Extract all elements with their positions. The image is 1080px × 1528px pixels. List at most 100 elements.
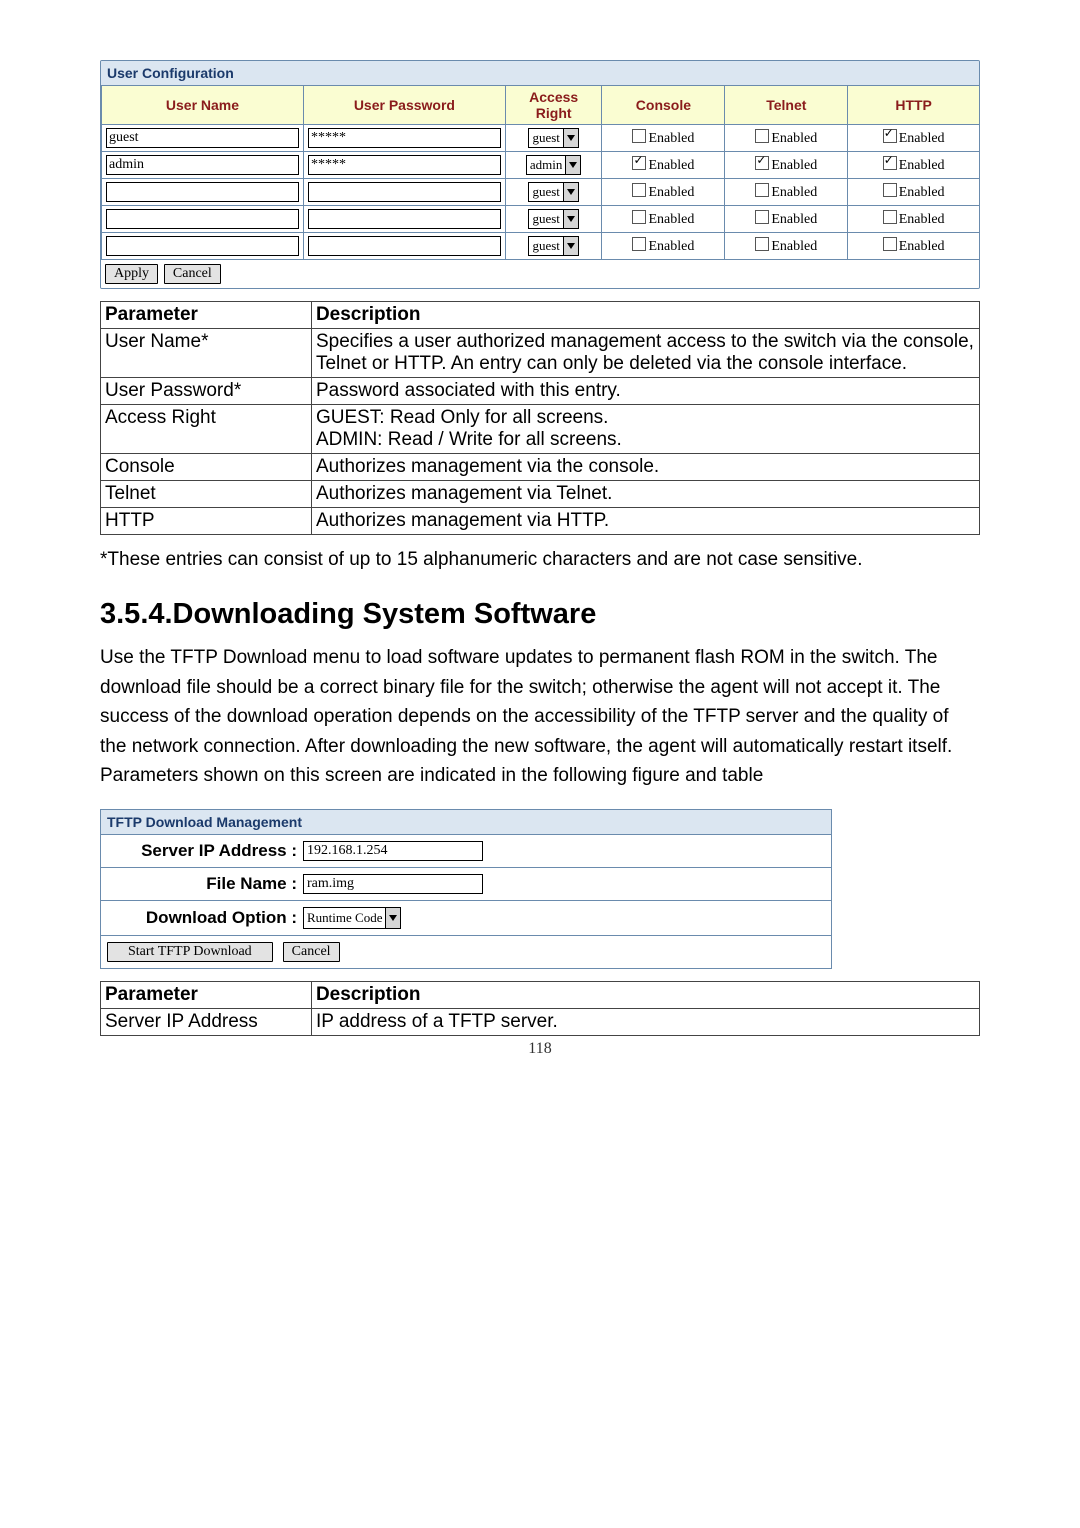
cell-access-right: guest [505,179,602,206]
pd1-hdr-desc: Description [311,302,979,329]
telnet-checkbox[interactable] [755,237,769,251]
http-checkbox[interactable] [883,183,897,197]
desc-cell: Authorizes management via Telnet. [311,481,979,508]
console-checkbox[interactable] [632,156,646,170]
user-password-field[interactable] [308,236,501,256]
download-option-select[interactable]: Runtime Code [303,907,401,929]
chevron-down-icon [563,210,578,228]
param-cell: Access Right [101,405,312,454]
apply-button[interactable]: Apply [105,264,158,284]
user-name-field[interactable] [106,182,299,202]
hdr-http: HTTP [848,86,980,125]
http-checkbox-label: Enabled [899,158,945,173]
telnet-checkbox-label: Enabled [771,158,817,173]
user-config-row: admin Enabled Enabled Enabled [102,152,980,179]
console-checkbox-label: Enabled [648,212,694,227]
telnet-checkbox[interactable] [755,156,769,170]
access-right-select[interactable]: admin [526,155,582,175]
console-checkbox[interactable] [632,183,646,197]
cell-user-name [102,152,304,179]
tftp-cancel-button[interactable]: Cancel [283,942,340,962]
table-row: User Password*Password associated with t… [101,378,980,405]
cell-user-name [102,125,304,152]
user-configuration-title: User Configuration [101,61,979,85]
label-file-name: File Name : [107,874,297,894]
user-password-field[interactable] [308,155,501,175]
user-name-field[interactable] [106,209,299,229]
telnet-checkbox-label: Enabled [771,185,817,200]
access-right-select[interactable]: guest [528,209,578,229]
telnet-checkbox-label: Enabled [771,239,817,254]
cell-access-right: guest [505,206,602,233]
user-name-field[interactable] [106,155,299,175]
http-checkbox[interactable] [883,129,897,143]
table-row: TelnetAuthorizes management via Telnet. [101,481,980,508]
table-row: Server IP AddressIP address of a TFTP se… [101,1008,980,1035]
cell-console: Enabled [602,179,725,206]
tftp-download-panel: TFTP Download Management Server IP Addre… [100,809,832,969]
cell-user-password [303,179,505,206]
user-config-row: guestEnabledEnabledEnabled [102,125,980,152]
access-right-select[interactable]: guest [528,128,578,148]
console-checkbox[interactable] [632,129,646,143]
user-password-field[interactable] [308,209,501,229]
chevron-down-icon [563,237,578,255]
cell-telnet: Enabled [725,233,848,260]
console-checkbox[interactable] [632,210,646,224]
param-cell: Console [101,454,312,481]
cancel-button[interactable]: Cancel [164,264,221,284]
label-server-ip: Server IP Address : [107,841,297,861]
access-right-select[interactable]: guest [528,182,578,202]
telnet-checkbox-label: Enabled [771,131,817,146]
user-password-field[interactable] [308,128,501,148]
http-checkbox-label: Enabled [899,212,945,227]
cell-telnet: Enabled [725,152,848,179]
desc-cell: Specifies a user authorized management a… [311,329,979,378]
parameter-table-tftp: Parameter Description Server IP AddressI… [100,981,980,1036]
http-checkbox-label: Enabled [899,131,945,146]
cell-telnet: Enabled [725,125,848,152]
http-checkbox[interactable] [883,237,897,251]
table-row: Access RightGUEST: Read Only for all scr… [101,405,980,454]
server-ip-field[interactable] [303,841,483,861]
user-password-field[interactable] [308,182,501,202]
access-right-select[interactable]: guest [528,236,578,256]
footnote-asterisk: *These entries can consist of up to 15 a… [100,545,980,574]
user-configuration-panel: User Configuration User Name User Passwo… [100,60,980,289]
console-checkbox-label: Enabled [648,158,694,173]
cell-console: Enabled [602,152,725,179]
section-body: Use the TFTP Download menu to load softw… [100,643,980,790]
download-option-value: Runtime Code [304,910,385,926]
cell-user-name [102,233,304,260]
table-row: HTTPAuthorizes management via HTTP. [101,508,980,535]
access-right-value: guest [529,184,562,200]
http-checkbox[interactable] [883,156,897,170]
cell-user-password [303,233,505,260]
cell-http: Enabled [848,179,980,206]
pd2-hdr-desc: Description [311,981,979,1008]
console-checkbox[interactable] [632,237,646,251]
cell-http: Enabled [848,206,980,233]
param-cell: Telnet [101,481,312,508]
http-checkbox[interactable] [883,210,897,224]
desc-cell: GUEST: Read Only for all screens. ADMIN:… [311,405,979,454]
desc-cell: Authorizes management via the console. [311,454,979,481]
cell-user-password [303,152,505,179]
user-name-field[interactable] [106,236,299,256]
cell-telnet: Enabled [725,179,848,206]
telnet-checkbox[interactable] [755,183,769,197]
file-name-field[interactable] [303,874,483,894]
param-cell: User Password* [101,378,312,405]
user-name-field[interactable] [106,128,299,148]
table-row: ConsoleAuthorizes management via the con… [101,454,980,481]
telnet-checkbox[interactable] [755,129,769,143]
section-heading: 3.5.4.Downloading System Software [100,598,980,631]
telnet-checkbox[interactable] [755,210,769,224]
tftp-title: TFTP Download Management [101,810,831,835]
cell-user-password [303,206,505,233]
pd2-hdr-param: Parameter [101,981,312,1008]
cell-user-password [303,125,505,152]
start-tftp-download-button[interactable]: Start TFTP Download [107,942,273,962]
http-checkbox-label: Enabled [899,185,945,200]
page-number: 118 [100,1040,980,1058]
